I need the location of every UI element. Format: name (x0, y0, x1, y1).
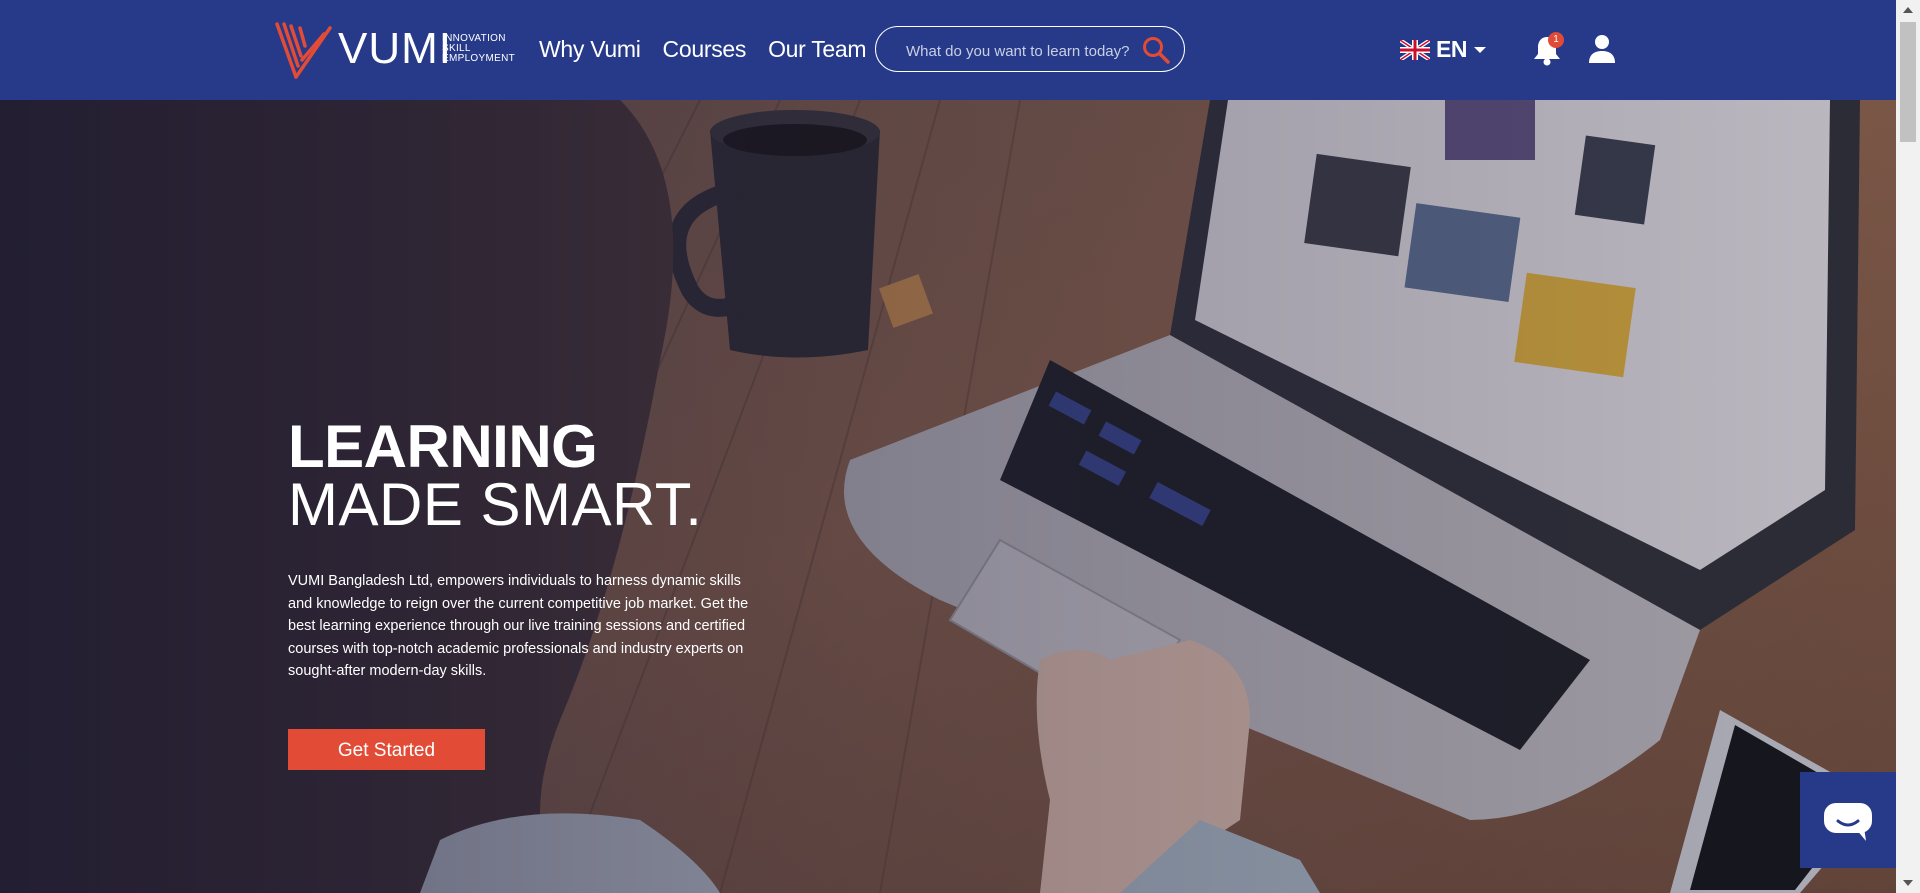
search-input[interactable] (904, 39, 1138, 63)
get-started-button[interactable]: Get Started (288, 729, 485, 770)
hero-description: VUMI Bangladesh Ltd, empowers individual… (288, 573, 749, 679)
language-selector[interactable]: EN (1400, 36, 1487, 63)
search-icon[interactable] (1142, 36, 1170, 64)
search-box (875, 26, 1185, 72)
hero-headline-line2: MADE SMART. (288, 471, 703, 538)
chat-bubble-icon (1824, 803, 1872, 841)
scroll-down-arrow-icon[interactable] (1896, 873, 1920, 893)
nav-link-our-team[interactable]: Our Team (768, 36, 866, 63)
nav-link-courses[interactable]: Courses (663, 36, 747, 63)
logo-tagline: INNOVATION SKILL EMPLOYMENT (442, 34, 515, 64)
scrollbar-thumb[interactable] (1900, 22, 1916, 142)
vumi-logo[interactable]: VUMI INNOVATION SKILL EMPLOYMENT (274, 20, 519, 80)
uk-flag-icon (1400, 39, 1430, 60)
hero-headline-line1: LEARNING (288, 413, 598, 480)
user-icon (1589, 35, 1615, 63)
language-code: EN (1436, 36, 1467, 62)
hero-section: LEARNING MADE SMART. VUMI Bangladesh Ltd… (0, 100, 1896, 893)
notification-count-badge: 1 (1548, 32, 1564, 48)
vumi-logo-mark-icon (275, 22, 332, 79)
logo-wordmark: VUMI (338, 24, 452, 73)
chat-widget-button[interactable] (1800, 772, 1896, 868)
scroll-up-arrow-icon[interactable] (1896, 0, 1920, 20)
hero-content: LEARNING MADE SMART. VUMI Bangladesh Ltd… (288, 413, 768, 770)
notifications-button[interactable]: 1 (1532, 32, 1564, 71)
nav-link-why-vumi[interactable]: Why Vumi (539, 36, 641, 63)
logo-tagline-line: EMPLOYMENT (442, 53, 516, 64)
page-scrollbar[interactable] (1896, 0, 1920, 893)
main-nav: Why Vumi Courses Our Team (539, 36, 867, 63)
hero-overlay (0, 100, 1896, 893)
chevron-down-icon (1473, 46, 1486, 53)
top-navbar: VUMI INNOVATION SKILL EMPLOYMENT Why Vum… (0, 0, 1896, 100)
account-button[interactable] (1588, 34, 1616, 69)
